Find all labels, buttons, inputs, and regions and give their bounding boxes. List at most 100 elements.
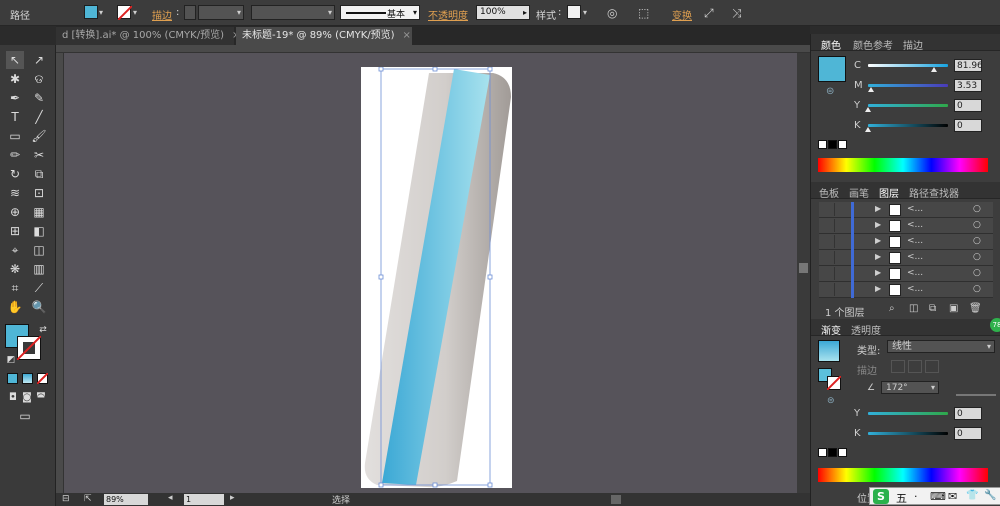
ime-mail-icon[interactable]: ✉ <box>948 490 957 503</box>
default-colors-icon[interactable]: ◩ <box>2 351 20 369</box>
black-swatch[interactable] <box>828 448 837 457</box>
new-layer-icon[interactable]: ▣ <box>949 303 958 314</box>
tab-document-1[interactable]: d [转换].ai* @ 100% (CMYK/预览)× <box>56 27 240 45</box>
expand-triangle-icon[interactable]: ▶ <box>875 284 881 293</box>
visibility-toggle[interactable] <box>823 267 835 280</box>
slider-marker[interactable] <box>930 67 937 72</box>
new-sublayer-icon[interactable]: ⧉ <box>929 303 936 314</box>
none-swatch[interactable] <box>818 448 827 457</box>
transform-options-icon[interactable]: ⤨ <box>732 6 742 20</box>
expand-triangle-icon[interactable]: ▶ <box>875 268 881 277</box>
layer-row[interactable]: ▶ <... ○ <box>819 218 993 234</box>
pencil-tool-icon[interactable]: ✏ <box>6 146 24 164</box>
visibility-toggle[interactable] <box>823 283 835 296</box>
stroke-within-icon[interactable] <box>891 360 905 373</box>
ime-mode-label[interactable]: 五 <box>896 490 907 506</box>
layer-name[interactable]: <... <box>907 284 923 294</box>
channel-y-value[interactable]: 0 <box>954 99 982 112</box>
target-circle-icon[interactable]: ○ <box>973 204 981 214</box>
white-swatch[interactable] <box>838 140 847 149</box>
stroke-weight-dropdown[interactable]: ▾ <box>198 5 244 20</box>
target-circle-icon[interactable]: ○ <box>973 268 981 278</box>
white-swatch[interactable] <box>838 448 847 457</box>
ime-skin-icon[interactable]: 👕 <box>966 490 978 501</box>
tab-gradient[interactable]: 渐变 <box>821 322 841 337</box>
delete-layer-icon[interactable]: 🗑 <box>969 303 982 314</box>
direct-selection-tool-icon[interactable]: ↗ <box>30 51 48 69</box>
layer-name[interactable]: <... <box>907 268 923 278</box>
brush-style-dropdown[interactable]: 基本 ▾ <box>340 5 420 20</box>
tab-pathfinder[interactable]: 路径查找器 <box>909 185 959 200</box>
layer-row[interactable]: ▶ <... ○ <box>819 266 993 282</box>
gradient-spectrum[interactable] <box>818 468 988 482</box>
layer-row[interactable]: ▶ <... ○ <box>819 282 993 298</box>
style-swatch[interactable] <box>567 5 581 19</box>
visibility-toggle[interactable] <box>823 203 835 216</box>
gradient-mode-icon[interactable] <box>22 373 33 384</box>
gradient-channel-k-slider[interactable] <box>868 432 948 435</box>
chevron-down-icon[interactable]: ▾ <box>133 6 137 20</box>
target-circle-icon[interactable]: ○ <box>973 252 981 262</box>
visibility-toggle[interactable] <box>823 251 835 264</box>
rectangle-tool-icon[interactable]: ▭ <box>6 127 24 145</box>
selection-handle[interactable] <box>487 67 493 72</box>
ime-logo-icon[interactable]: S <box>873 489 889 504</box>
stroke-label[interactable]: 描边 <box>152 7 172 22</box>
prev-artboard-icon[interactable]: ◂ <box>168 493 173 503</box>
selection-handle[interactable] <box>487 274 493 280</box>
paintbrush-tool-icon[interactable]: 🖌 <box>30 127 48 145</box>
canvas-area[interactable] <box>64 53 797 493</box>
ime-toolbar[interactable]: S 五 · ⌨ ✉ 👕 🔧 <box>869 487 1000 505</box>
channel-c-value[interactable]: 81.96 <box>954 59 983 72</box>
type-tool-icon[interactable]: T <box>6 108 24 126</box>
stroke-across-icon[interactable] <box>925 360 939 373</box>
eyedropper-tool-icon[interactable]: ⌖ <box>6 241 24 259</box>
locate-object-icon[interactable]: ⌕ <box>889 303 895 314</box>
warp-tool-icon[interactable]: ≋ <box>6 184 24 202</box>
chevron-down-icon[interactable]: ▾ <box>99 6 103 20</box>
color-spectrum[interactable] <box>818 158 988 172</box>
slider-marker[interactable] <box>865 127 871 132</box>
line-tool-icon[interactable]: ╱ <box>30 108 48 126</box>
layer-name[interactable]: <... <box>907 252 923 262</box>
channel-k-value[interactable]: 0 <box>954 119 982 132</box>
artboard-number-input[interactable]: 1 <box>184 494 224 505</box>
channel-m-slider[interactable] <box>868 84 948 87</box>
gradient-tool-icon[interactable]: ◧ <box>30 222 48 240</box>
selection-handle[interactable] <box>378 274 384 280</box>
slice-tool-icon[interactable]: ⟋ <box>30 279 48 297</box>
target-circle-icon[interactable]: ○ <box>973 236 981 246</box>
magic-wand-tool-icon[interactable]: ✱ <box>6 70 24 88</box>
slider-marker[interactable] <box>868 87 875 92</box>
selection-tool-icon[interactable]: ↖ <box>6 51 24 69</box>
layer-name[interactable]: <... <box>907 220 923 230</box>
blend-tool-icon[interactable]: ◫ <box>30 241 48 259</box>
expand-triangle-icon[interactable]: ▶ <box>875 220 881 229</box>
gradient-type-dropdown[interactable]: 线性 ▾ <box>887 340 995 353</box>
zoom-dropdown[interactable]: 89% <box>104 494 148 505</box>
draw-inside-icon[interactable]: ◚ <box>32 389 50 407</box>
out-of-gamut-icon[interactable]: ⊜ <box>827 396 835 406</box>
close-icon[interactable]: × <box>403 30 411 41</box>
slider-marker[interactable] <box>865 107 871 112</box>
gradient-channel-y-slider[interactable] <box>868 412 948 415</box>
artwork[interactable] <box>361 67 512 488</box>
hand-tool-icon[interactable]: ✋ <box>6 298 24 316</box>
fill-swatch[interactable] <box>84 5 98 19</box>
visibility-toggle[interactable] <box>823 219 835 232</box>
vertical-scrollbar[interactable] <box>797 53 810 493</box>
color-mode-icon[interactable] <box>7 373 18 384</box>
tab-color[interactable]: 颜色 <box>821 37 841 52</box>
target-circle-icon[interactable]: ○ <box>973 284 981 294</box>
export-icon[interactable]: ⇱ <box>84 494 92 504</box>
scrollbar-thumb[interactable] <box>799 263 808 273</box>
mesh-tool-icon[interactable]: ⊞ <box>6 222 24 240</box>
stroke-none-swatch[interactable] <box>117 5 132 20</box>
graph-tool-icon[interactable]: ▥ <box>30 260 48 278</box>
channel-m-value[interactable]: 3.53 <box>954 79 982 92</box>
scissors-tool-icon[interactable]: ✂ <box>30 146 48 164</box>
out-of-gamut-icon[interactable]: ⊜ <box>826 86 834 97</box>
artboard-tool-icon[interactable]: ⌗ <box>6 279 24 297</box>
opacity-label[interactable]: 不透明度 <box>428 7 468 22</box>
isolate-icon[interactable]: ⤢ <box>704 6 714 20</box>
